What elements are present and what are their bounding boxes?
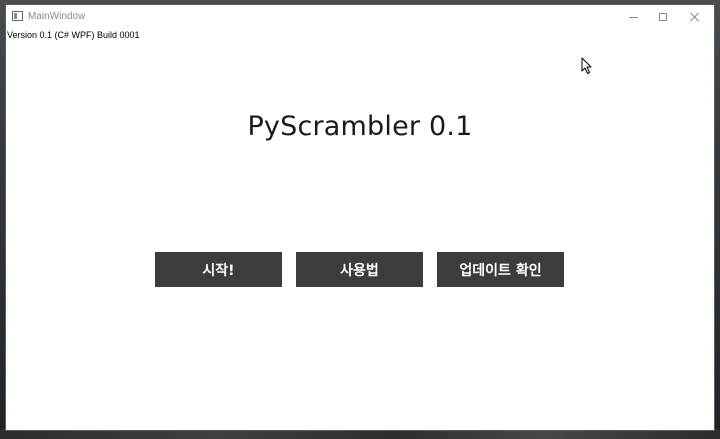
- maximize-icon: [659, 13, 667, 21]
- app-title: PyScrambler 0.1: [247, 111, 473, 142]
- mouse-cursor-icon: [581, 57, 592, 74]
- close-button[interactable]: [679, 5, 711, 29]
- maximize-button[interactable]: [647, 5, 679, 29]
- close-icon: [690, 12, 700, 22]
- desktop-background: [0, 429, 720, 439]
- window-app-icon[interactable]: [12, 11, 23, 21]
- minimize-button[interactable]: [617, 5, 649, 29]
- start-button[interactable]: 시작!: [155, 252, 282, 287]
- main-window: MainWindow Version 0.1 (C# WPF) Build 00…: [6, 5, 714, 430]
- check-update-button[interactable]: 업데이트 확인: [437, 252, 564, 287]
- version-label: Version 0.1 (C# WPF) Build 0001: [7, 30, 140, 40]
- minimize-icon: [628, 17, 638, 18]
- usage-button[interactable]: 사용법: [296, 252, 423, 287]
- title-bar[interactable]: MainWindow: [6, 5, 714, 29]
- window-title: MainWindow: [28, 11, 86, 22]
